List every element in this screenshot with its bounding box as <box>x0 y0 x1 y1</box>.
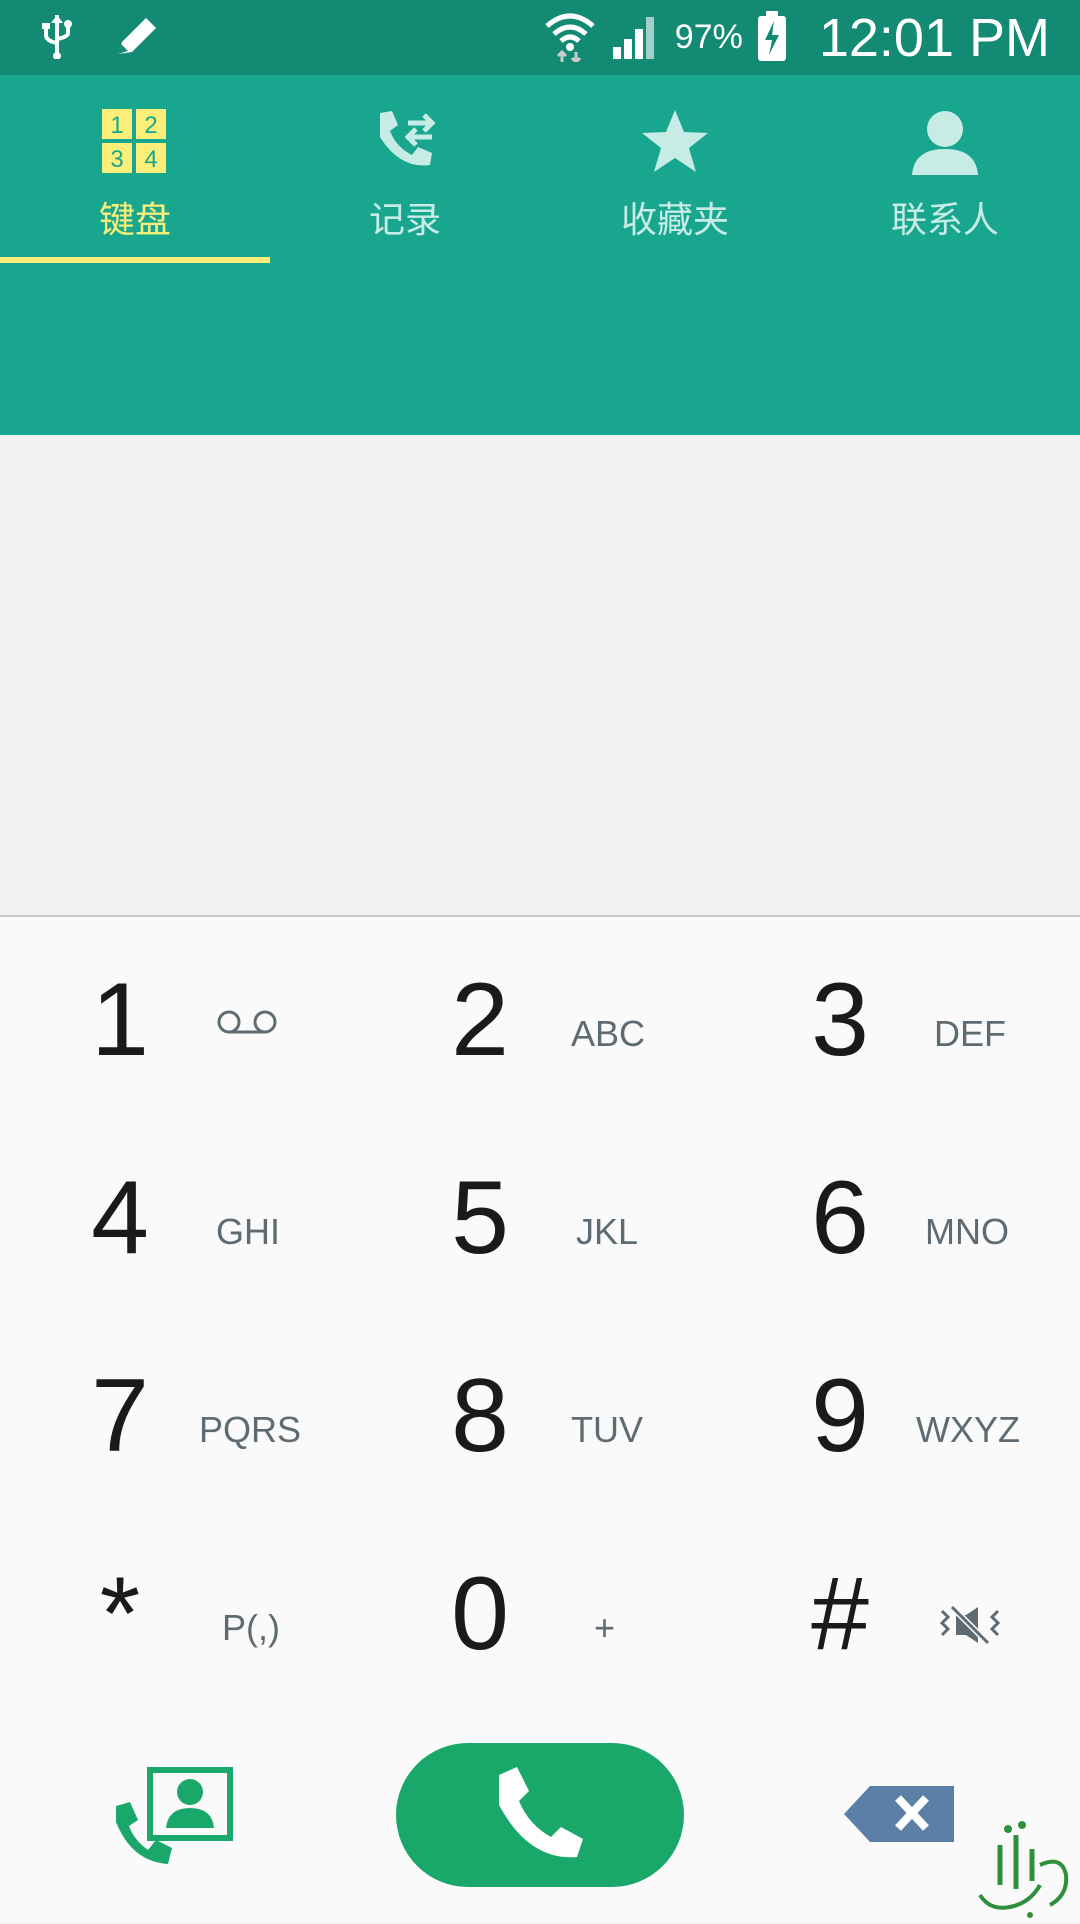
key-digit: 3 <box>811 962 869 1078</box>
tab-keypad[interactable]: 1 2 3 4 键盘 <box>0 75 270 265</box>
star-icon <box>640 107 710 177</box>
key-digit: # <box>811 1556 869 1672</box>
person-icon <box>910 107 980 177</box>
app-header: 1 2 3 4 键盘 记录 收藏夹 联系人 <box>0 75 1080 435</box>
key-digit: 7 <box>91 1358 149 1474</box>
key-letters: P(,) <box>222 1607 280 1648</box>
active-tab-indicator <box>0 257 270 263</box>
key-star[interactable]: * P(,) <box>0 1511 360 1709</box>
phone-icon <box>495 1765 585 1865</box>
key-0[interactable]: 0 + <box>360 1511 720 1709</box>
tab-call-log[interactable]: 记录 <box>270 75 540 265</box>
usb-icon <box>40 13 74 63</box>
key-digit: 4 <box>91 1160 149 1276</box>
key-hash[interactable]: # <box>720 1511 1080 1709</box>
backspace-button[interactable] <box>842 1782 958 1846</box>
key-digit: 5 <box>451 1160 509 1276</box>
voicemail-icon <box>216 1007 278 1041</box>
key-letters: WXYZ <box>916 1409 1020 1450</box>
tab-contacts-label: 联系人 <box>890 200 999 241</box>
key-1[interactable]: 1 <box>0 917 360 1115</box>
keypad-icon-digit: 2 <box>144 112 157 139</box>
add-contact-button[interactable] <box>112 1762 242 1872</box>
key-7[interactable]: 7 PQRS <box>0 1313 360 1511</box>
tab-contacts[interactable]: 联系人 <box>810 75 1080 265</box>
key-letters: GHI <box>216 1211 281 1252</box>
signal-icon <box>611 13 661 63</box>
add-contact-icon <box>112 1767 242 1876</box>
key-2[interactable]: 2 ABC <box>360 917 720 1115</box>
key-digit: 8 <box>451 1358 509 1474</box>
backspace-icon <box>842 1786 958 1850</box>
key-9[interactable]: 9 WXYZ <box>720 1313 1080 1511</box>
battery-percent: 97% <box>674 18 743 56</box>
keypad-icon: 1 2 3 4 <box>102 107 168 177</box>
wifi-icon <box>543 10 597 66</box>
key-letters: PQRS <box>199 1409 302 1450</box>
key-8[interactable]: 8 TUV <box>360 1313 720 1511</box>
tab-bar: 1 2 3 4 键盘 记录 收藏夹 联系人 <box>0 75 1080 265</box>
action-bar <box>0 1740 1080 1900</box>
call-log-icon <box>370 107 440 177</box>
watermark-logo <box>970 1815 1080 1920</box>
key-letters: + <box>594 1607 616 1648</box>
key-digit: 6 <box>811 1160 869 1276</box>
key-3[interactable]: 3 DEF <box>720 917 1080 1115</box>
key-letters: TUV <box>571 1409 643 1450</box>
call-button[interactable] <box>396 1743 684 1887</box>
key-digit: 0 <box>451 1556 509 1672</box>
key-letters: MNO <box>925 1211 1009 1252</box>
key-letters: JKL <box>576 1211 639 1252</box>
tab-favorites[interactable]: 收藏夹 <box>540 75 810 265</box>
number-display[interactable] <box>0 435 1080 915</box>
key-6[interactable]: 6 MNO <box>720 1115 1080 1313</box>
clock: 12:01 PM <box>818 7 1050 68</box>
status-bar: 97% 12:01 PM <box>0 0 1080 75</box>
tab-call-log-label: 记录 <box>368 200 441 241</box>
key-letters: DEF <box>934 1013 1006 1054</box>
key-digit: 9 <box>811 1358 869 1474</box>
tab-keypad-label: 键盘 <box>98 200 171 241</box>
pencil-icon <box>114 14 160 62</box>
keypad-icon-digit: 1 <box>110 112 123 139</box>
key-4[interactable]: 4 GHI <box>0 1115 360 1313</box>
key-5[interactable]: 5 JKL <box>360 1115 720 1313</box>
key-letters: ABC <box>571 1013 646 1054</box>
tab-favorites-label: 收藏夹 <box>620 200 729 241</box>
keypad-icon-digit: 3 <box>110 146 123 173</box>
key-digit: 1 <box>91 962 149 1078</box>
key-digit: 2 <box>451 962 509 1078</box>
battery-charging-icon <box>757 10 787 65</box>
key-digit: * <box>99 1556 141 1672</box>
keypad-icon-digit: 4 <box>144 146 157 173</box>
vibrate-off-icon <box>938 1603 1002 1651</box>
